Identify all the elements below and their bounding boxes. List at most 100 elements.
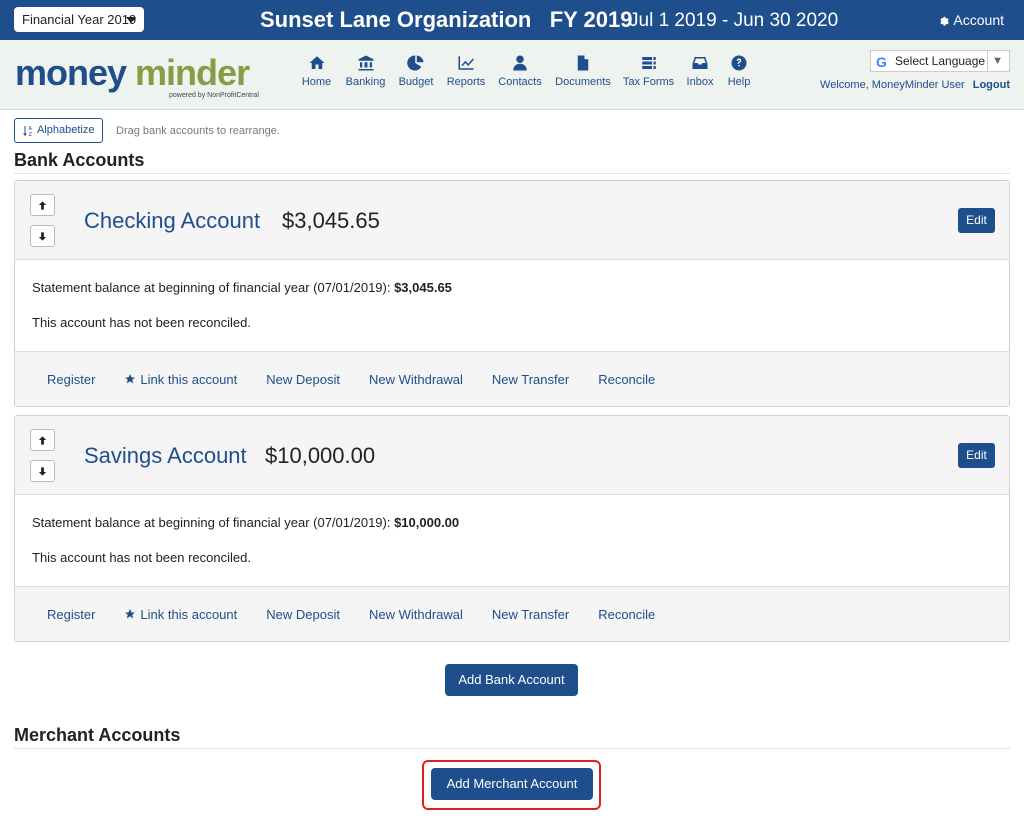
reconcile-link[interactable]: Reconcile: [598, 607, 655, 622]
financial-year-select[interactable]: Financial Year 2019: [14, 7, 144, 32]
account-panel-savings: Savings Account $10,000.00 Edit Statemen…: [14, 415, 1010, 642]
google-icon: G: [876, 54, 887, 70]
account-balance: $10,000.00: [265, 443, 376, 468]
move-down-button[interactable]: [30, 225, 55, 247]
moneyminder-logo[interactable]: money minder powered by NonProfitCentral: [15, 54, 265, 100]
logo-minder: minder: [126, 52, 250, 93]
account-panel-body: Statement balance at beginning of financ…: [15, 260, 1009, 352]
new-withdrawal-link[interactable]: New Withdrawal: [369, 372, 463, 387]
account-actions: Register Link this account New Deposit N…: [15, 587, 1009, 641]
nav-banking[interactable]: Banking: [337, 54, 394, 88]
svg-text:Z: Z: [29, 132, 33, 137]
account-panel-checking: Checking Account $3,045.65 Edit Statemen…: [14, 180, 1010, 407]
star-icon: [125, 609, 136, 619]
statement-balance-value: $10,000.00: [394, 515, 460, 530]
sort-alpha-icon: AZ: [23, 125, 33, 137]
merchant-accounts-heading: Merchant Accounts: [14, 725, 181, 745]
account-panel-body: Statement balance at beginning of financ…: [15, 495, 1009, 587]
gear-icon: [940, 16, 950, 26]
divider: [14, 173, 1010, 174]
add-bank-account-button[interactable]: Add Bank Account: [445, 664, 578, 696]
nav-label: Home: [301, 76, 332, 88]
nav-contacts[interactable]: Contacts: [494, 54, 546, 88]
new-transfer-link[interactable]: New Transfer: [492, 372, 569, 387]
account-panel-header: Checking Account $3,045.65 Edit: [15, 181, 1009, 260]
new-transfer-link[interactable]: New Transfer: [492, 607, 569, 622]
register-link[interactable]: Register: [47, 607, 95, 622]
nav-tax-forms[interactable]: Tax Forms: [620, 54, 677, 88]
link-account-label: Link this account: [140, 606, 238, 622]
chevron-down-icon: [126, 17, 136, 23]
alphabetize-button[interactable]: AZ Alphabetize: [14, 118, 103, 143]
link-account-link[interactable]: Link this account: [124, 607, 237, 622]
account-actions: Register Link this account New Deposit N…: [15, 352, 1009, 406]
line-chart-icon: [458, 56, 474, 70]
link-account-link[interactable]: Link this account: [124, 372, 237, 387]
account-balance: $3,045.65: [282, 208, 380, 233]
home-icon: [309, 56, 324, 69]
logo-money: money: [15, 52, 127, 93]
add-merchant-account-button[interactable]: Add Merchant Account: [431, 768, 593, 800]
arrow-up-icon: [38, 200, 47, 210]
statement-balance: Statement balance at beginning of financ…: [32, 280, 1009, 295]
chevron-down-icon: ▼: [987, 51, 1003, 71]
arrow-down-icon: [38, 231, 47, 241]
financial-year-value: Financial Year 2019: [22, 12, 137, 27]
nav-inbox[interactable]: Inbox: [677, 54, 723, 88]
nav-label: Contacts: [498, 76, 542, 88]
document-icon: [577, 55, 589, 71]
register-link[interactable]: Register: [47, 372, 95, 387]
statement-balance-value: $3,045.65: [394, 280, 452, 295]
account-name[interactable]: Savings Account: [84, 443, 247, 469]
user-icon: [513, 55, 527, 71]
bank-accounts-heading: Bank Accounts: [14, 150, 145, 170]
help-icon: [731, 55, 747, 71]
new-deposit-link[interactable]: New Deposit: [266, 372, 340, 387]
nav-label: Documents: [555, 76, 611, 88]
logout-link[interactable]: Logout: [973, 79, 1010, 91]
nav-label: Budget: [398, 76, 434, 88]
nav-reports[interactable]: Reports: [438, 54, 494, 88]
star-icon: [125, 374, 136, 384]
logo-tagline: powered by NonProfitCentral: [169, 92, 259, 99]
nav-help[interactable]: Help: [723, 54, 755, 88]
new-withdrawal-link[interactable]: New Withdrawal: [369, 607, 463, 622]
reconcile-status: This account has not been reconciled.: [32, 550, 251, 565]
statement-balance-label: Statement balance at beginning of financ…: [32, 515, 395, 530]
statement-balance: Statement balance at beginning of financ…: [32, 515, 1009, 530]
bank-icon: [358, 55, 373, 71]
account-menu[interactable]: Account: [937, 12, 1004, 28]
nav-budget[interactable]: Budget: [394, 54, 438, 88]
account-name[interactable]: Checking Account: [84, 208, 260, 234]
new-deposit-link[interactable]: New Deposit: [266, 607, 340, 622]
nav-label: Help: [727, 76, 751, 88]
edit-button[interactable]: Edit: [958, 208, 995, 233]
main-nav: Home Banking Budget Reports Contacts Doc…: [296, 54, 755, 88]
drag-hint: Drag bank accounts to rearrange.: [116, 125, 280, 137]
language-select[interactable]: G Select Language ▼: [870, 50, 1010, 72]
move-up-button[interactable]: [30, 429, 55, 451]
nav-label: Tax Forms: [622, 76, 675, 88]
pie-chart-icon: [407, 55, 424, 71]
nav-label: Reports: [446, 76, 486, 88]
link-account-label: Link this account: [140, 371, 238, 387]
account-label: Account: [953, 12, 1004, 28]
main-header: money minder powered by NonProfitCentral…: [0, 40, 1024, 110]
organization-title: Sunset Lane Organization FY 2019: [260, 7, 633, 32]
nav-documents[interactable]: Documents: [546, 54, 620, 88]
language-label: Select Language: [895, 54, 986, 68]
arrow-down-icon: [38, 466, 47, 476]
nav-label: Banking: [345, 76, 386, 88]
welcome-area: Welcome, MoneyMinder User Logout: [820, 79, 1010, 91]
inbox-icon: [692, 57, 708, 69]
financial-year-dates: Jul 1 2019 - Jun 30 2020: [629, 10, 839, 31]
alphabetize-label: Alphabetize: [37, 124, 95, 136]
move-up-button[interactable]: [30, 194, 55, 216]
svg-text:A: A: [29, 126, 33, 132]
nav-home[interactable]: Home: [296, 54, 337, 88]
list-icon: [641, 57, 656, 69]
reconcile-status: This account has not been reconciled.: [32, 315, 251, 330]
reconcile-link[interactable]: Reconcile: [598, 372, 655, 387]
move-down-button[interactable]: [30, 460, 55, 482]
edit-button[interactable]: Edit: [958, 443, 995, 468]
